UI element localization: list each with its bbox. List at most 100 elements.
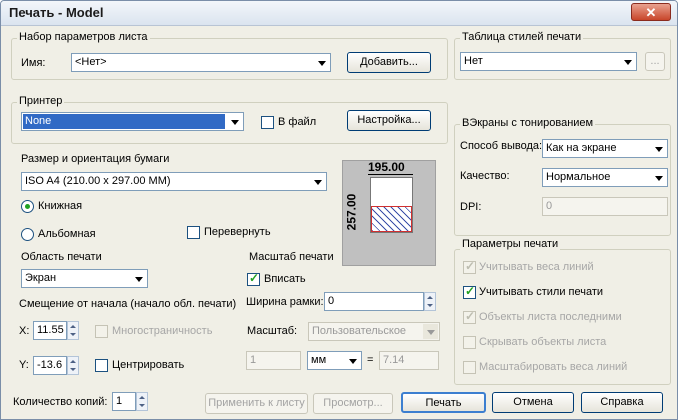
check-icon: ✓ [465,309,476,323]
center-checkbox[interactable] [95,359,108,372]
center-label: Центрировать [112,359,185,371]
chevron-down-icon[interactable] [620,54,635,69]
option-label: Учитывать стили печати [479,286,604,298]
offset-x-input[interactable]: 11.55 [33,321,67,340]
print-dialog: Печать - Model ✕ Набор параметров листа … [0,0,678,420]
add-button[interactable]: Добавить... [347,52,431,73]
help-button[interactable]: Справка [581,392,663,413]
shaded-mode-select[interactable]: Как на экране [542,139,668,158]
copies-input[interactable]: 1 [112,392,136,411]
window-title: Печать - Model [9,5,104,20]
scale-legend: Масштаб печати [249,251,334,263]
landscape-label: Альбомная [38,228,96,240]
offset-legend: Смещение от начала (начало обл. печати) [19,298,237,310]
scale-value: Пользовательское [312,325,407,337]
frame-width-spinner[interactable] [424,292,436,311]
shaded-mode-label: Способ вывода: [460,140,543,152]
chevron-down-icon[interactable] [651,170,666,185]
paper-preview: 195.00 257.00 [342,160,436,266]
shaded-mode-value: Как на экране [546,142,617,154]
shaded-legend: ВЭкраны с тонированием [460,117,596,129]
check-icon: ✓ [465,259,476,273]
print-button[interactable]: Печать [401,392,486,413]
flip-checkbox[interactable] [187,226,200,239]
offset-y-label: Y: [19,359,29,371]
options-legend: Параметры печати [460,238,561,250]
units-value: мм [311,354,327,366]
option-label: Масштабировать веса линий [479,361,628,373]
equals-sign: = [367,354,374,366]
fit-label: Вписать [264,273,306,285]
fit-checkbox[interactable]: ✓ [247,271,260,286]
multipage-checkbox[interactable] [95,325,108,338]
multipage-label: Многостраничность [112,325,213,337]
check-icon: ✓ [465,284,476,298]
chevron-down-icon[interactable] [345,353,360,368]
chevron-down-icon[interactable] [310,174,325,189]
units-select[interactable]: мм [307,351,362,370]
print-area-select[interactable]: Экран [21,269,148,288]
plot-style-select[interactable]: Нет [460,52,637,71]
to-file-label: В файл [278,116,317,128]
copies-spinner[interactable] [136,392,148,411]
option-checkbox[interactable] [463,336,476,349]
scale-result-input[interactable]: 7.14 [379,351,439,370]
offset-y-spinner[interactable] [67,356,79,375]
plot-style-value: Нет [464,55,483,67]
to-file-checkbox[interactable] [261,116,274,129]
chevron-down-icon[interactable] [227,114,242,129]
paper-size-select[interactable]: ISO A4 (210.00 x 297.00 MM) [21,172,327,191]
option-checkbox[interactable]: ✓ [463,259,476,274]
paper-size-value: ISO A4 (210.00 x 297.00 MM) [25,175,171,187]
portrait-label: Книжная [38,200,83,212]
close-icon[interactable]: ✕ [631,3,671,21]
offset-x-label: X: [19,325,30,337]
chevron-down-icon[interactable] [131,271,146,286]
plot-style-edit-button[interactable]: ... [645,52,665,71]
chevron-down-icon[interactable] [651,141,666,156]
frame-width-label: Ширина рамки: [246,296,324,308]
quality-value: Нормальное [546,171,611,183]
printer-selection-highlight [23,114,225,129]
radio-dot [25,204,30,209]
offset-y-input[interactable]: -13.6 [33,356,67,375]
title-bar: Печать - Model ✕ [1,1,677,26]
scale-num-input[interactable]: 1 [246,351,301,370]
paper-legend: Размер и ориентация бумаги [21,153,170,165]
option-label: Учитывать веса линий [479,261,594,273]
chevron-down-icon[interactable] [423,324,438,339]
flip-label: Перевернуть [204,226,271,238]
dpi-label: DPI: [460,201,482,213]
option-label: Объекты листа последними [479,311,622,323]
option-checkbox[interactable]: ✓ [463,284,476,299]
quality-select[interactable]: Нормальное [542,168,668,187]
page-setup-name-label: Имя: [21,57,46,69]
scale-select[interactable]: Пользовательское [308,322,440,341]
preview-page [370,177,413,233]
chevron-down-icon[interactable] [314,55,329,70]
check-icon: ✓ [249,271,260,285]
printer-legend: Принтер [17,95,65,107]
preview-width-label: 195.00 [368,160,405,174]
option-checkbox[interactable] [463,361,476,374]
cancel-button[interactable]: Отмена [492,392,574,413]
option-checkbox[interactable]: ✓ [463,309,476,324]
copies-label: Количество копий: [13,396,108,408]
dpi-input[interactable]: 0 [542,197,668,216]
page-setup-name-select[interactable]: <Нет> [71,53,331,72]
printer-setup-button[interactable]: Настройка... [347,110,431,131]
frame-width-input[interactable]: 0 [324,292,424,311]
quality-label: Качество: [460,170,510,182]
printer-select[interactable]: None [21,112,244,131]
offset-x-spinner[interactable] [67,321,79,340]
print-area-value: Экран [25,272,57,284]
page-setup-name-value: <Нет> [75,56,107,68]
preview-height-label: 257.00 [344,193,359,231]
landscape-radio[interactable] [21,228,34,241]
preview-button[interactable]: Просмотр... [313,393,393,414]
scale-label: Масштаб: [247,325,298,337]
portrait-radio[interactable] [21,200,34,213]
page-setup-legend: Набор параметров листа [17,31,150,43]
apply-to-layout-button[interactable]: Применить к листу [205,393,308,414]
preview-width-line [368,174,413,175]
